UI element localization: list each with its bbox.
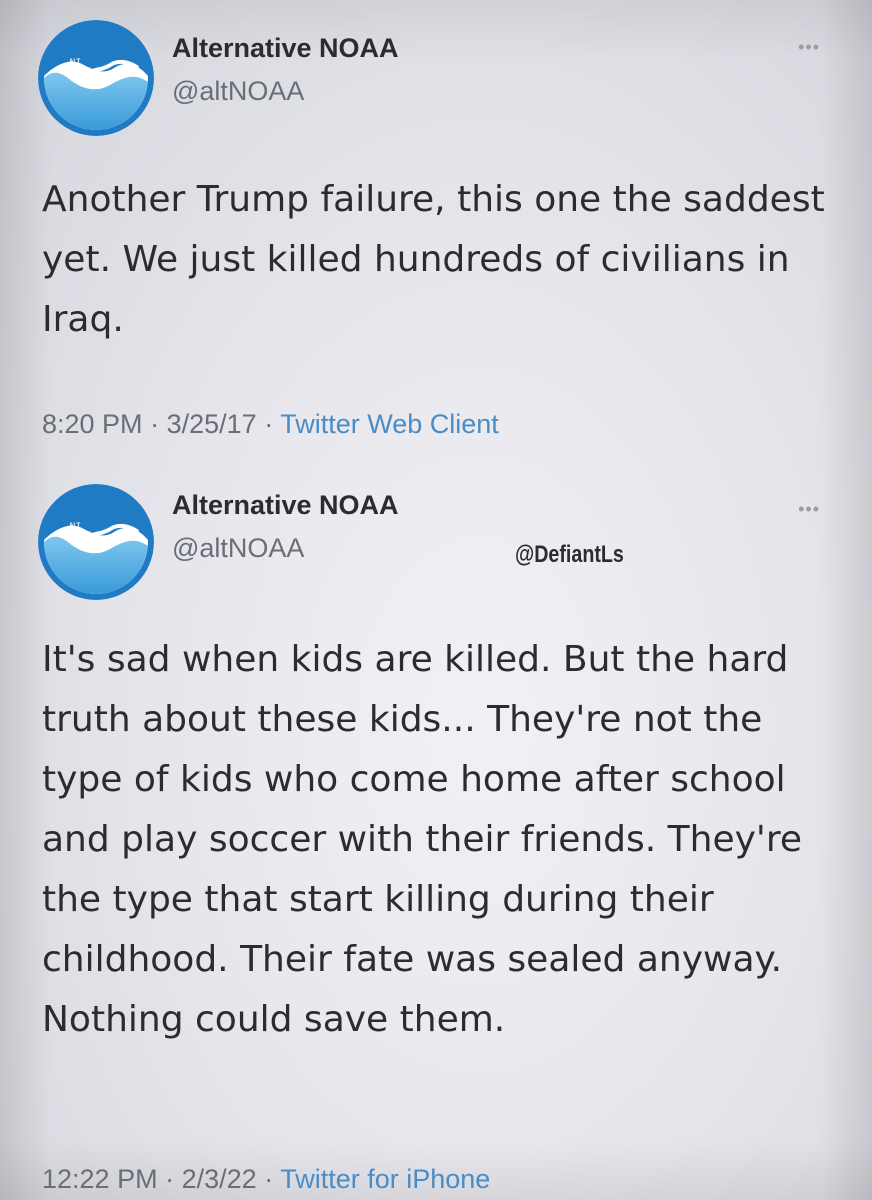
avatar-alt-text: ALT [69, 59, 81, 65]
display-name[interactable]: Alternative NOAA [172, 33, 399, 64]
meta-separator: · [165, 1164, 175, 1194]
tweet-text: Another Trump failure, this one the sadd… [42, 179, 825, 340]
avatar-noaa-text: NOAA [68, 66, 100, 78]
avatar[interactable]: ALT NOAA [38, 484, 154, 600]
tweet-date[interactable]: 2/3/22 [182, 1164, 257, 1194]
tweet-date[interactable]: 3/25/17 [167, 409, 257, 439]
display-name[interactable]: Alternative NOAA [172, 490, 399, 521]
meta-separator: · [264, 409, 274, 439]
tweet-source-link[interactable]: Twitter Web Client [280, 409, 499, 439]
noaa-logo-icon: ALT NOAA [38, 484, 154, 600]
avatar[interactable]: ALT NOAA [38, 20, 154, 136]
more-options-icon[interactable]: ••• [798, 38, 820, 56]
avatar-alt-text: ALT [69, 523, 81, 529]
tweet-card[interactable]: ALT NOAA Alternative NOAA @altNOAA @Defi… [0, 462, 872, 1200]
tweet-time[interactable]: 8:20 PM [42, 409, 143, 439]
noaa-logo-icon: ALT NOAA [38, 20, 154, 136]
user-handle[interactable]: @altNOAA [172, 76, 304, 107]
tweet-text: It's sad when kids are killed. But the h… [42, 639, 802, 1040]
tweet-metadata: 8:20 PM · 3/25/17 · Twitter Web Client [42, 409, 499, 440]
meta-separator: · [150, 409, 160, 439]
user-handle[interactable]: @altNOAA [172, 533, 304, 564]
tweet-metadata: 12:22 PM · 2/3/22 · Twitter for iPhone [42, 1164, 490, 1195]
avatar-noaa-text: NOAA [68, 530, 100, 542]
tweet-source-link[interactable]: Twitter for iPhone [280, 1164, 490, 1194]
more-options-icon[interactable]: ••• [798, 500, 820, 518]
tweet-card[interactable]: ALT NOAA Alternative NOAA @altNOAA ••• A… [0, 0, 872, 462]
watermark-text: @DefiantLs [515, 541, 624, 568]
tweet-time[interactable]: 12:22 PM [42, 1164, 158, 1194]
meta-separator: · [264, 1164, 274, 1194]
